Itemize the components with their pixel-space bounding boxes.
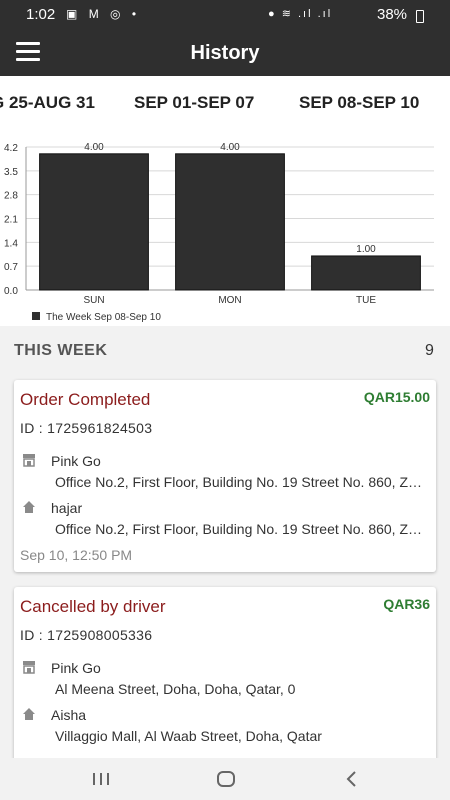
x-tick-label: MON [218,295,241,306]
bar-value-label: 4.00 [84,142,104,153]
this-week-label: THIS WEEK [14,342,108,359]
system-nav-bar [0,758,450,800]
battery-level: 38% [377,6,408,23]
y-tick-label: 3.5 [4,167,18,178]
bar-value-label: 1.00 [356,244,376,255]
order-status: Order Completed [20,390,151,409]
y-tick-label: 4.2 [4,143,18,154]
order-list: Order Completed QAR15.00 ID : 1725961824… [0,366,450,758]
legend-label: The Week Sep 08-Sep 10 [46,312,161,323]
order-status: Cancelled by driver [20,597,166,616]
notification-icons: ▣ M ◎ • [66,7,140,21]
week-tab[interactable]: G 25-AUG 31 [0,93,95,113]
y-tick-label: 2.1 [4,215,18,226]
lte1-signal-icon: .ıl [298,8,313,20]
recent-apps-icon[interactable] [89,768,113,790]
chart-bar [39,153,149,291]
y-tick-label: 0.0 [4,286,18,297]
dropoff-address: Office No.2, First Floor, Building No. 1… [55,521,427,537]
status-bar: 1:02 ▣ M ◎ • ● ≋ .ıl .ıl 38% [0,0,450,30]
pickup-address: Office No.2, First Floor, Building No. 1… [55,474,427,490]
status-time: 1:02 [26,6,56,23]
chart-bar [311,255,421,291]
order-id: ID : 1725961824503 [20,420,153,436]
store-icon [23,661,35,674]
gmail-icon: M [88,7,103,21]
legend-swatch [32,312,40,320]
chart-bar [175,153,285,291]
y-tick-label: 2.8 [4,191,18,202]
dot-icon: • [131,7,141,21]
dropoff-address: Villaggio Mall, Al Waab Street, Doha, Qa… [55,728,322,744]
pickup-name: Pink Go [51,453,101,469]
pickup-address: Al Meena Street, Doha, Doha, Qatar, 0 [55,681,296,697]
system-icons: ● ≋ .ıl .ıl [268,7,332,20]
dropoff-name: Aisha [51,707,87,723]
app-header: History [0,30,450,76]
battery-icon [416,10,424,23]
home-nav-icon[interactable] [214,768,238,790]
this-week-count: 9 [425,342,434,359]
order-amount: QAR36 [383,596,430,612]
page-title: History [190,42,260,64]
y-tick-label: 0.7 [4,262,18,273]
x-tick-label: TUE [356,295,376,306]
wifi-icon: ≋ [281,8,293,20]
order-id: ID : 1725908005336 [20,627,153,643]
order-card[interactable]: Order Completed QAR15.00 ID : 1725961824… [14,380,436,572]
back-icon[interactable] [340,768,364,790]
image-icon: ▣ [66,7,82,21]
store-icon [23,454,35,467]
order-timestamp: Sep 10, 12:50 PM [20,547,133,563]
lte2-signal-icon: .ıl [317,8,333,20]
home-icon [23,501,35,513]
week-selector: G 25-AUG 31 SEP 01-SEP 07 SEP 08-SEP 10 [0,76,450,128]
location-icon: ● [268,8,277,20]
pickup-name: Pink Go [51,660,101,676]
week-tab[interactable]: SEP 01-SEP 07 [134,93,254,113]
this-week-header: THIS WEEK 9 [0,326,450,366]
y-tick-label: 1.4 [4,238,18,249]
order-card[interactable]: Cancelled by driver QAR36 ID : 172590800… [14,587,436,758]
order-amount: QAR15.00 [363,389,430,405]
whatsapp-icon: ◎ [110,7,125,21]
bar-value-label: 4.00 [220,142,240,153]
dropoff-name: hajar [51,500,83,516]
history-chart: 0.0 0.7 1.4 2.1 2.8 3.5 4.2 4.00 SUN 4.00 MON 1.00 T… [0,128,450,326]
week-tab-selected[interactable]: SEP 08-SEP 10 [299,93,419,113]
x-tick-label: SUN [83,295,104,306]
home-icon [23,708,35,720]
bar-chart: 0.0 0.7 1.4 2.1 2.8 3.5 4.2 4.00 SUN 4.00 MON 1.00 T… [4,142,434,323]
